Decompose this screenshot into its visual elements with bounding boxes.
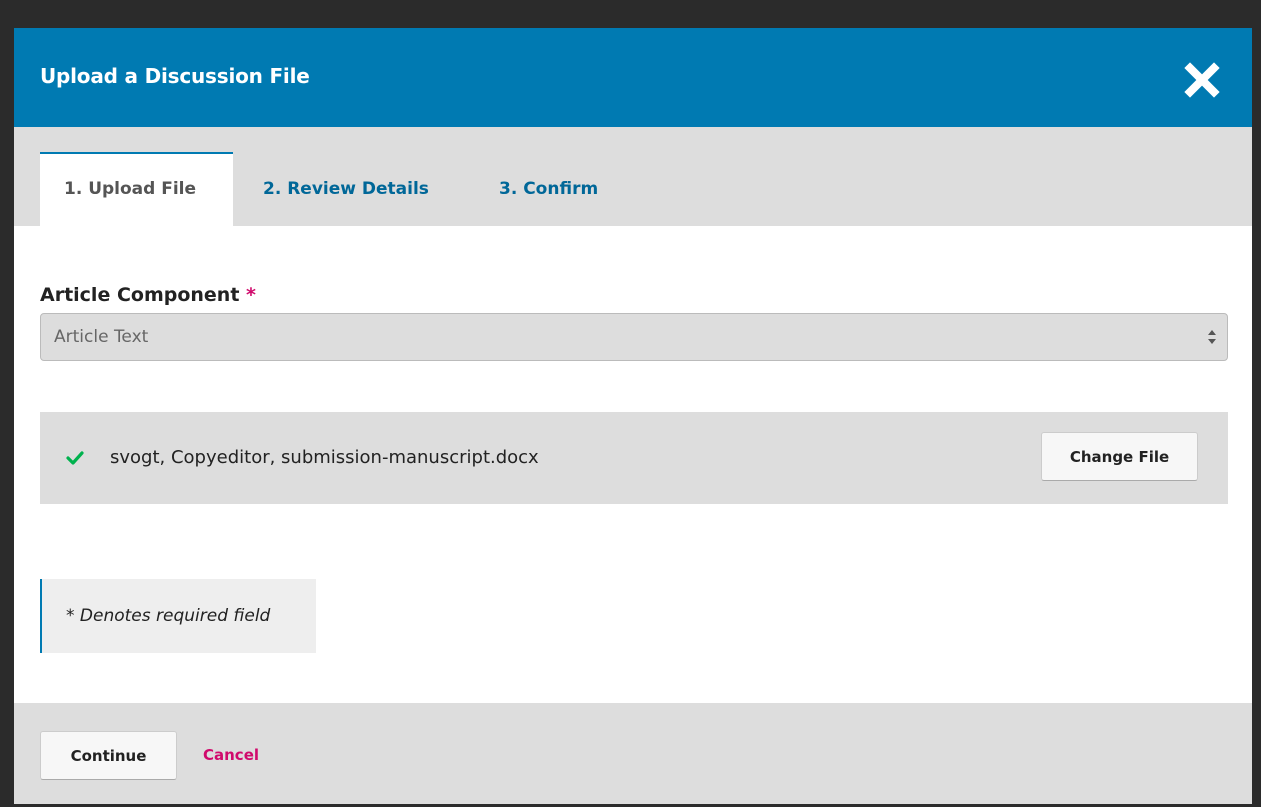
wizard-tabs: 1. Upload File 2. Review Details 3. Conf… [14, 127, 1252, 226]
check-icon [66, 451, 84, 465]
tab-review-details[interactable]: 2. Review Details [263, 152, 429, 226]
article-component-label: Article Component * [40, 282, 256, 308]
modal-title: Upload a Discussion File [40, 64, 310, 88]
close-icon[interactable] [1184, 62, 1220, 98]
tab-upload-file[interactable]: 1. Upload File [40, 152, 233, 226]
continue-button[interactable]: Continue [40, 731, 177, 780]
page-backdrop: Upload a Discussion File 1. Upload File … [0, 0, 1261, 807]
select-arrows-icon [1208, 330, 1216, 344]
modal-header: Upload a Discussion File [14, 28, 1252, 127]
required-marker: * [246, 284, 256, 306]
modal-footer: Continue Cancel [14, 703, 1252, 804]
article-component-selected-value: Article Text [54, 327, 149, 347]
uploaded-file-panel: svogt, Copyeditor, submission-manuscript… [40, 412, 1228, 504]
upload-discussion-file-modal: Upload a Discussion File 1. Upload File … [14, 28, 1252, 804]
article-component-select[interactable]: Article Text [40, 313, 1228, 361]
change-file-button[interactable]: Change File [1041, 432, 1198, 481]
article-component-label-text: Article Component [40, 284, 240, 306]
cancel-link[interactable]: Cancel [203, 745, 259, 765]
tab-confirm[interactable]: 3. Confirm [499, 152, 598, 226]
required-field-note: * Denotes required field [40, 579, 316, 653]
required-field-note-text: * Denotes required field [66, 606, 271, 626]
uploaded-file-name: svogt, Copyeditor, submission-manuscript… [110, 447, 539, 468]
